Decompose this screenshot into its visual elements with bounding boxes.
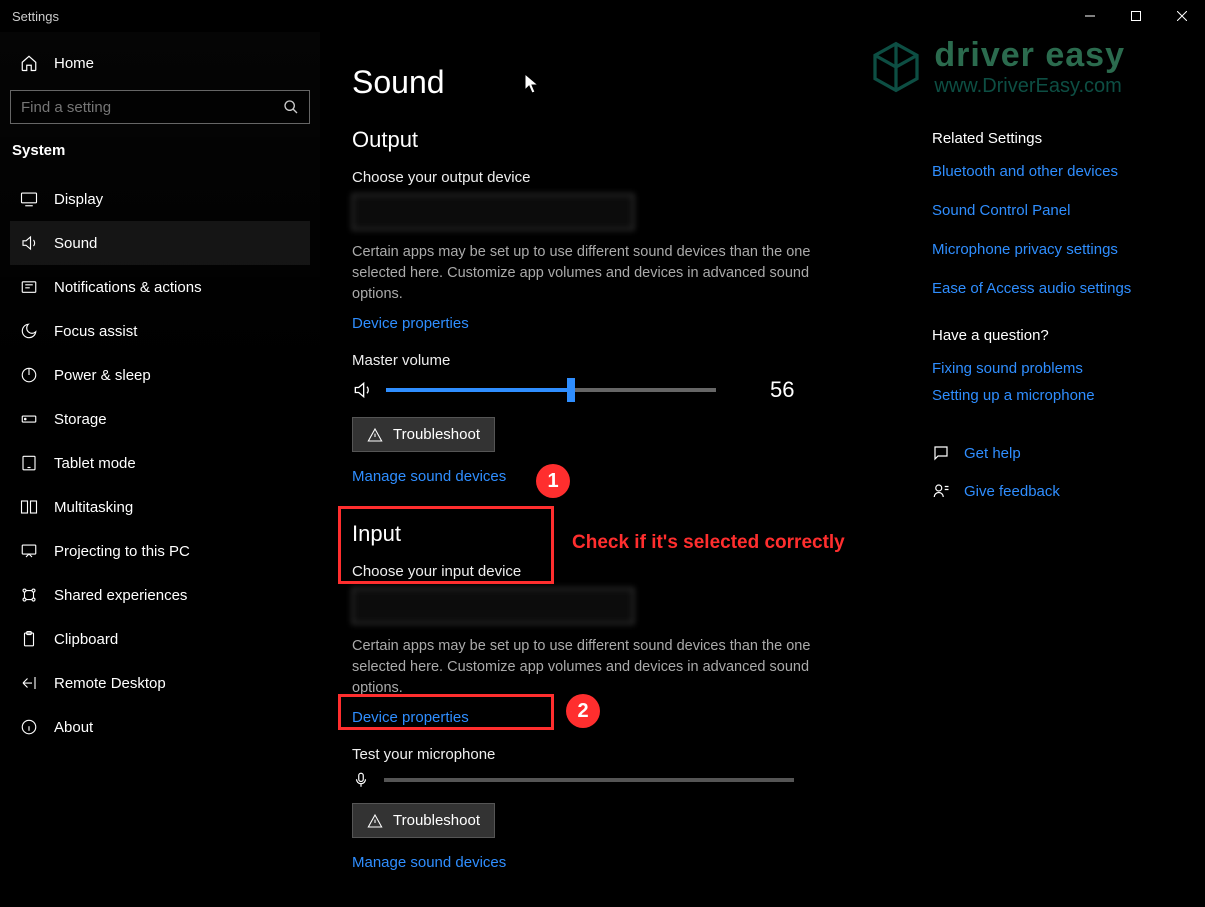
output-troubleshoot-button[interactable]: Troubleshoot: [352, 417, 495, 452]
home-label: Home: [54, 55, 94, 72]
input-manage-link[interactable]: Manage sound devices: [352, 854, 506, 871]
master-volume-label: Master volume: [352, 352, 912, 369]
input-description: Certain apps may be set up to use differ…: [352, 636, 812, 699]
input-troubleshoot-button[interactable]: Troubleshoot: [352, 803, 495, 838]
remote-desktop-icon: [20, 674, 38, 692]
feedback-icon: [932, 482, 950, 500]
maximize-button[interactable]: [1113, 0, 1159, 32]
nav-label: Display: [54, 191, 103, 208]
link-sound-control-panel[interactable]: Sound Control Panel: [932, 202, 1187, 219]
microphone-icon: [352, 771, 370, 789]
nav-projecting[interactable]: Projecting to this PC: [10, 529, 310, 573]
output-device-properties-link[interactable]: Device properties: [352, 315, 469, 332]
search-box[interactable]: [10, 90, 310, 124]
volume-value: 56: [770, 377, 794, 403]
nav-focus-assist[interactable]: Focus assist: [10, 309, 310, 353]
output-description: Certain apps may be set up to use differ…: [352, 242, 812, 305]
sound-icon: [20, 234, 38, 252]
home-icon: [20, 54, 38, 72]
input-device-select[interactable]: [352, 588, 634, 624]
nav-storage[interactable]: Storage: [10, 397, 310, 441]
nav-label: Focus assist: [54, 323, 137, 340]
notifications-icon: [20, 278, 38, 296]
shared-icon: [20, 586, 38, 604]
link-bluetooth[interactable]: Bluetooth and other devices: [932, 163, 1187, 180]
close-button[interactable]: [1159, 0, 1205, 32]
nav-power-sleep[interactable]: Power & sleep: [10, 353, 310, 397]
link-fixing-sound[interactable]: Fixing sound problems: [932, 360, 1187, 377]
nav-display[interactable]: Display: [10, 177, 310, 221]
nav-label: Power & sleep: [54, 367, 151, 384]
search-input[interactable]: [21, 99, 283, 116]
nav-label: Sound: [54, 235, 97, 252]
tablet-icon: [20, 454, 38, 472]
home-button[interactable]: Home: [10, 44, 310, 86]
category-system: System: [10, 142, 310, 177]
nav-multitasking[interactable]: Multitasking: [10, 485, 310, 529]
mic-level-meter: [384, 778, 794, 782]
nav-label: Tablet mode: [54, 455, 136, 472]
nav-sound[interactable]: Sound: [10, 221, 310, 265]
clipboard-icon: [20, 630, 38, 648]
get-help-label: Get help: [964, 445, 1021, 462]
nav-label: Multitasking: [54, 499, 133, 516]
output-heading: Output: [352, 127, 912, 153]
volume-slider[interactable]: [386, 388, 716, 392]
minimize-button[interactable]: [1067, 0, 1113, 32]
info-icon: [20, 718, 38, 736]
get-help-button[interactable]: Get help: [932, 444, 1187, 462]
nav-notifications[interactable]: Notifications & actions: [10, 265, 310, 309]
nav-clipboard[interactable]: Clipboard: [10, 617, 310, 661]
link-ease-of-access-audio[interactable]: Ease of Access audio settings: [932, 280, 1187, 297]
give-feedback-label: Give feedback: [964, 483, 1060, 500]
link-mic-privacy[interactable]: Microphone privacy settings: [932, 241, 1187, 258]
nav-tablet-mode[interactable]: Tablet mode: [10, 441, 310, 485]
nav-label: Clipboard: [54, 631, 118, 648]
content: Sound Output Choose your output device C…: [352, 64, 912, 907]
search-icon: [283, 99, 299, 115]
input-heading: Input: [352, 521, 912, 547]
moon-icon: [20, 322, 38, 340]
nav-label: Projecting to this PC: [54, 543, 190, 560]
page-title: Sound: [352, 64, 912, 101]
volume-icon[interactable]: [352, 380, 372, 400]
sidebar: Home System Display Sound Notifications …: [0, 32, 320, 907]
chat-icon: [932, 444, 950, 462]
troubleshoot-label: Troubleshoot: [393, 812, 480, 829]
side-panel: Related Settings Bluetooth and other dev…: [932, 64, 1187, 907]
warning-icon: [367, 427, 383, 443]
nav-label: About: [54, 719, 93, 736]
nav-label: Shared experiences: [54, 587, 187, 604]
output-choose-label: Choose your output device: [352, 169, 912, 186]
output-manage-link[interactable]: Manage sound devices: [352, 468, 506, 485]
give-feedback-button[interactable]: Give feedback: [932, 482, 1187, 500]
output-device-select[interactable]: [352, 194, 634, 230]
multitasking-icon: [20, 498, 38, 516]
input-choose-label: Choose your input device: [352, 563, 912, 580]
test-mic-label: Test your microphone: [352, 746, 912, 763]
troubleshoot-label: Troubleshoot: [393, 426, 480, 443]
nav-about[interactable]: About: [10, 705, 310, 749]
display-icon: [20, 190, 38, 208]
warning-icon: [367, 813, 383, 829]
nav-label: Remote Desktop: [54, 675, 166, 692]
window-title: Settings: [12, 9, 59, 24]
storage-icon: [20, 410, 38, 428]
nav-label: Notifications & actions: [54, 279, 202, 296]
link-setup-mic[interactable]: Setting up a microphone: [932, 387, 1187, 404]
related-settings-heading: Related Settings: [932, 130, 1187, 147]
window-controls: [1067, 0, 1205, 32]
nav-label: Storage: [54, 411, 107, 428]
power-icon: [20, 366, 38, 384]
nav-shared-experiences[interactable]: Shared experiences: [10, 573, 310, 617]
titlebar: Settings: [0, 0, 1205, 32]
question-heading: Have a question?: [932, 327, 1187, 344]
projecting-icon: [20, 542, 38, 560]
nav-remote-desktop[interactable]: Remote Desktop: [10, 661, 310, 705]
input-device-properties-link[interactable]: Device properties: [352, 709, 469, 726]
